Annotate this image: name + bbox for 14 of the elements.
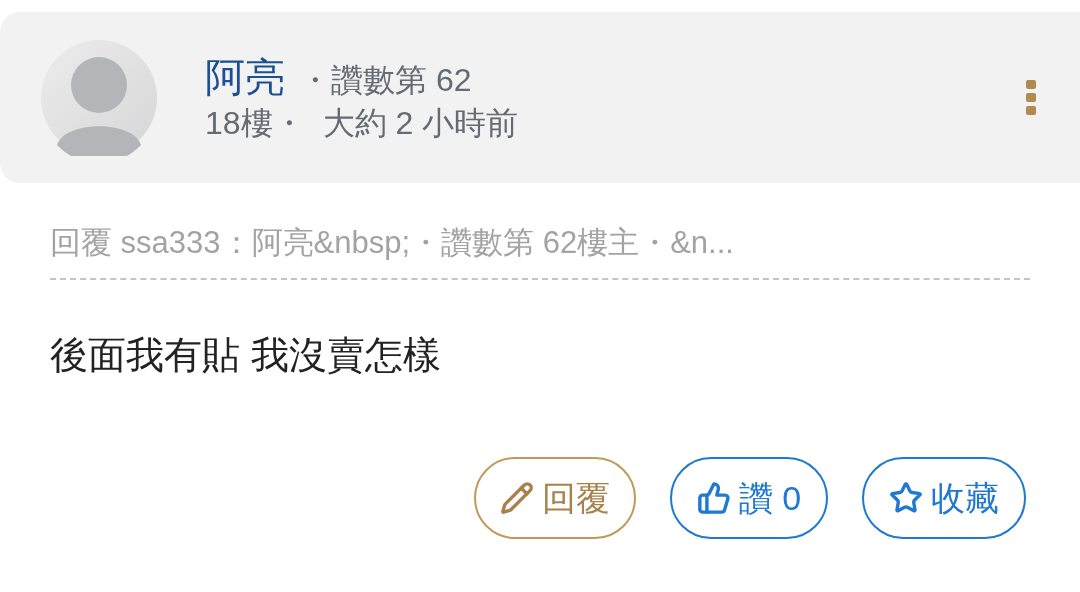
avatar-icon <box>41 39 157 156</box>
like-rank: ・讚數第 62 <box>299 63 472 96</box>
quoted-reply: 回覆 ssa333：阿亮&nbsp;・讚數第 62樓主・&n... <box>50 225 734 260</box>
star-icon <box>889 481 923 515</box>
post-time: 大約 2 小時前 <box>322 106 519 139</box>
like-button[interactable]: 讚 0 <box>670 457 828 539</box>
author-name[interactable]: 阿亮 <box>205 56 285 97</box>
reply-button[interactable]: 回覆 <box>474 457 636 539</box>
more-icon[interactable] <box>1026 79 1036 116</box>
favorite-button[interactable]: 收藏 <box>862 457 1026 539</box>
thumbs-up-icon <box>696 481 731 515</box>
floor-number: 18樓・ <box>205 106 305 139</box>
pencil-icon <box>500 481 534 515</box>
post-body: 後面我有貼 我沒賣怎樣 <box>50 336 442 374</box>
